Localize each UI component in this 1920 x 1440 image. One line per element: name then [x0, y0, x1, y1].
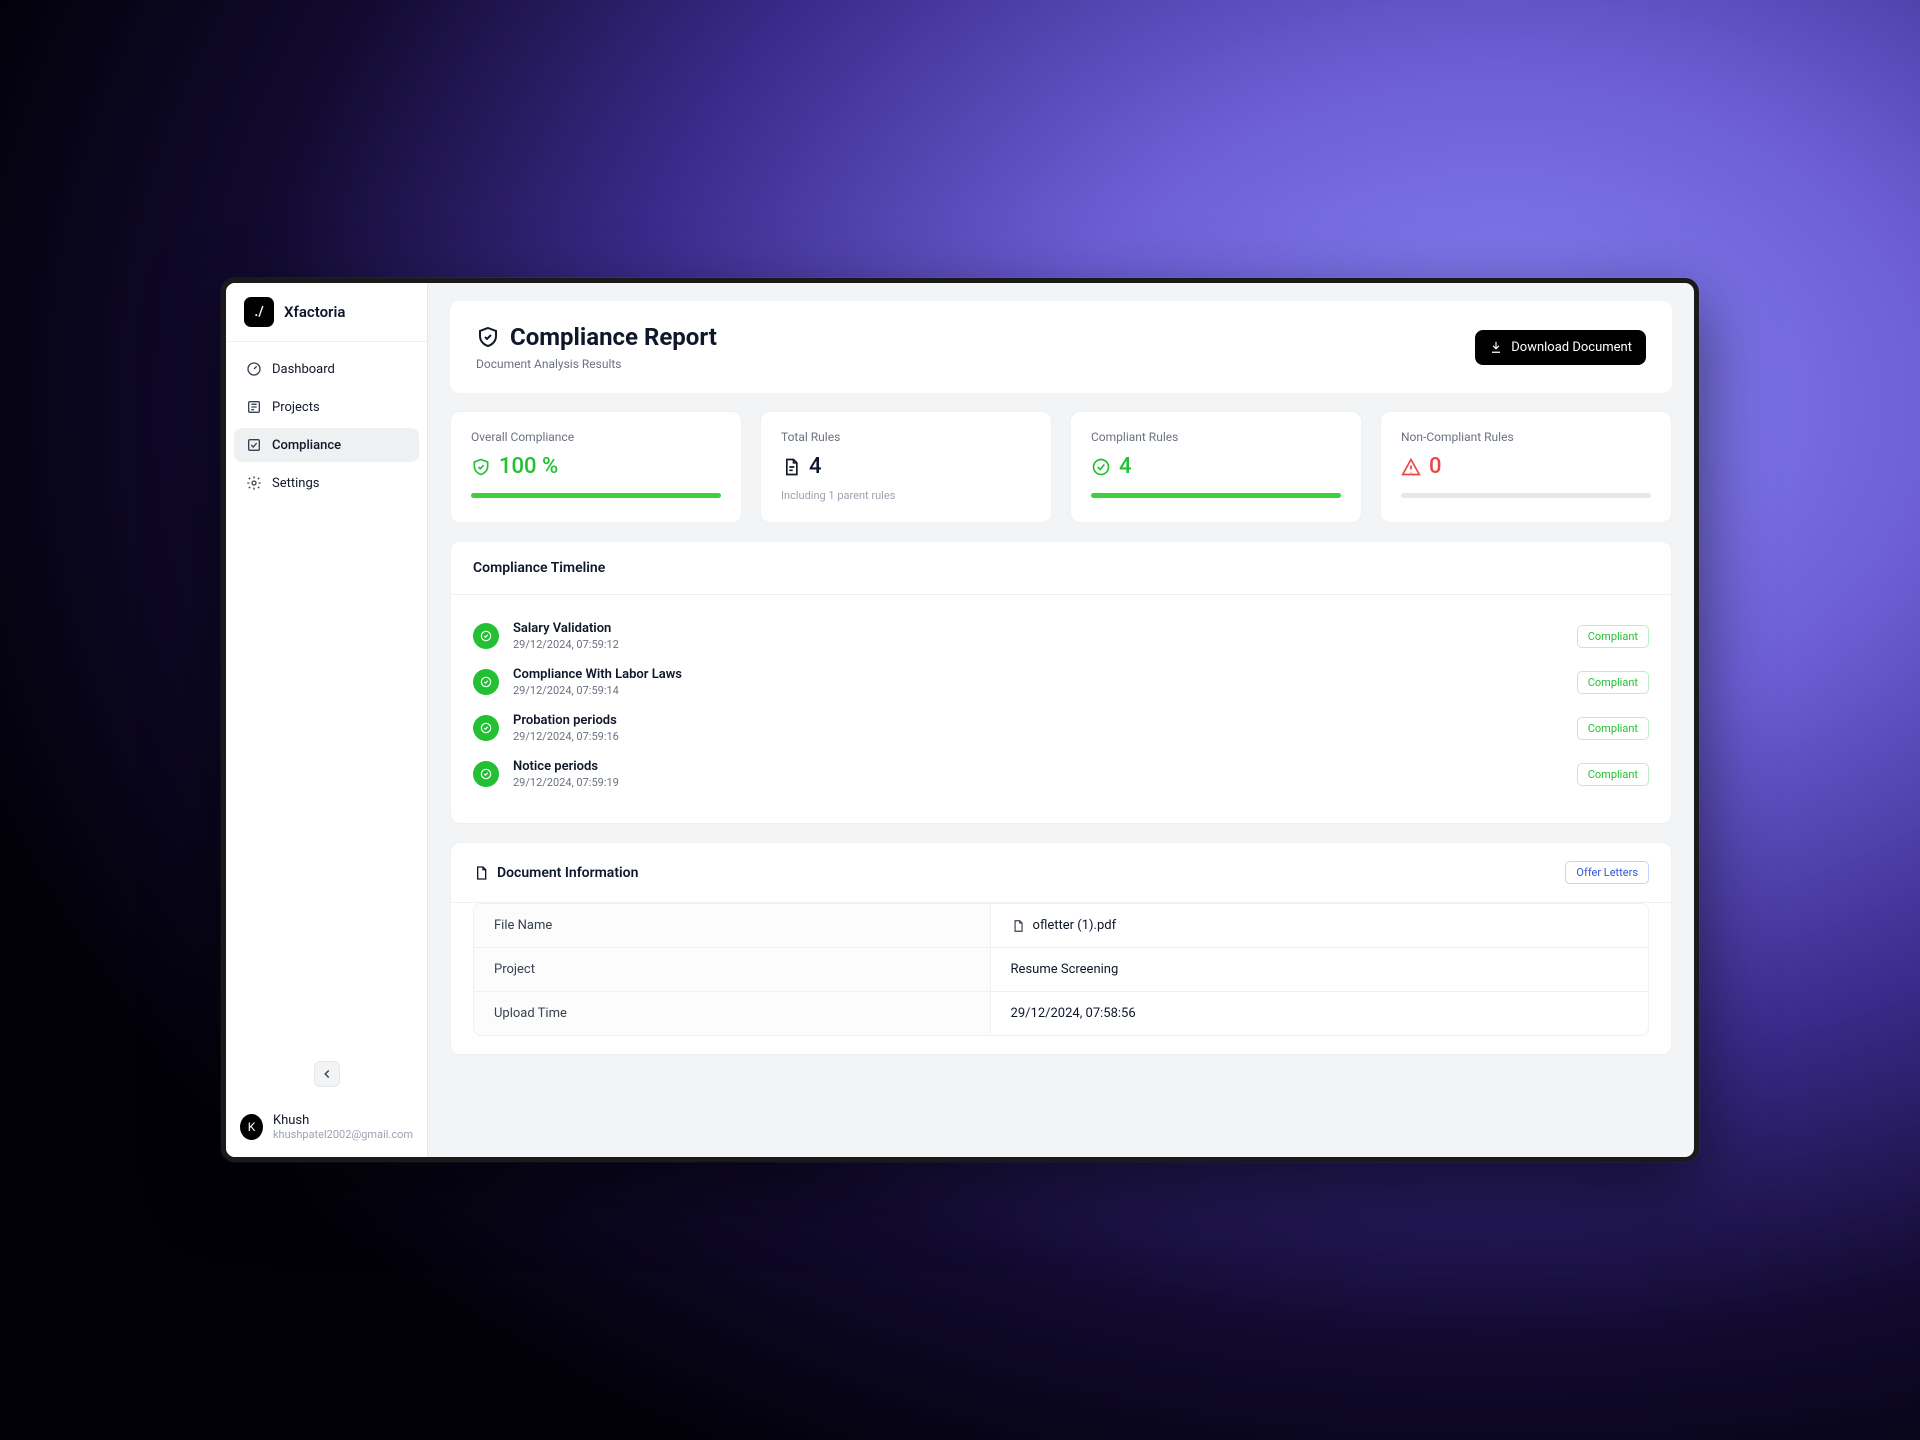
- stats-row: Overall Compliance 100 % Total Rules: [450, 411, 1672, 523]
- docinfo-row: Upload Time 29/12/2024, 07:58:56: [474, 992, 1648, 1035]
- stat-value: 0: [1429, 454, 1442, 479]
- file-icon: [1011, 919, 1025, 933]
- status-badge: Compliant: [1577, 717, 1649, 740]
- document-type-badge: Offer Letters: [1565, 861, 1649, 884]
- user-block[interactable]: K Khush khushpatel2002@gmail.com: [226, 1103, 427, 1157]
- stat-label: Non-Compliant Rules: [1401, 430, 1651, 444]
- docinfo-value: Resume Screening: [991, 948, 1648, 991]
- stat-value: 4: [809, 454, 822, 479]
- check-circle-icon: [1091, 457, 1111, 477]
- timeline-item-title: Probation periods: [513, 713, 1563, 728]
- gauge-icon: [246, 361, 262, 377]
- brand: ./ Xfactoria: [226, 283, 427, 342]
- docinfo-value-text: ofletter (1).pdf: [1033, 918, 1117, 933]
- progress-fill: [471, 493, 721, 498]
- status-badge: Compliant: [1577, 671, 1649, 694]
- app-window: ./ Xfactoria Dashboard Projects: [221, 278, 1699, 1162]
- download-icon: [1489, 340, 1503, 354]
- sidebar-item-compliance[interactable]: Compliance: [234, 428, 419, 462]
- chevron-left-icon: [320, 1067, 334, 1081]
- timeline-item-time: 29/12/2024, 07:59:14: [513, 684, 1563, 697]
- status-dot-compliant: [473, 669, 499, 695]
- status-dot-compliant: [473, 623, 499, 649]
- page-subtitle: Document Analysis Results: [476, 357, 717, 371]
- status-badge: Compliant: [1577, 625, 1649, 648]
- timeline-item-time: 29/12/2024, 07:59:16: [513, 730, 1563, 743]
- download-button-label: Download Document: [1511, 340, 1632, 355]
- sidebar-item-label: Compliance: [272, 438, 341, 453]
- docinfo-key: Project: [474, 948, 991, 991]
- docinfo-title-text: Document Information: [497, 865, 638, 881]
- stat-label: Total Rules: [781, 430, 1031, 444]
- status-dot-compliant: [473, 715, 499, 741]
- timeline-item: Salary Validation 29/12/2024, 07:59:12 C…: [473, 613, 1649, 659]
- timeline-item: Notice periods 29/12/2024, 07:59:19 Comp…: [473, 751, 1649, 797]
- stat-value: 4: [1119, 454, 1132, 479]
- page-title: Compliance Report: [510, 323, 717, 351]
- user-email: khushpatel2002@gmail.com: [273, 1128, 413, 1141]
- timeline-item-title: Salary Validation: [513, 621, 1563, 636]
- brand-logo-glyph: ./: [254, 304, 263, 320]
- sidebar-item-label: Projects: [272, 400, 320, 415]
- timeline-panel: Compliance Timeline Salary Validation 29…: [450, 541, 1672, 824]
- panel-title: Document Information: [473, 865, 638, 881]
- sidebar-item-dashboard[interactable]: Dashboard: [234, 352, 419, 386]
- docinfo-key: Upload Time: [474, 992, 991, 1035]
- stat-total-rules: Total Rules 4 Including 1 parent rules: [760, 411, 1052, 523]
- sidebar-item-label: Settings: [272, 476, 319, 491]
- timeline-item-time: 29/12/2024, 07:59:12: [513, 638, 1563, 651]
- progress-bar: [1401, 493, 1651, 498]
- brand-logo: ./: [244, 297, 274, 327]
- alert-triangle-icon: [1401, 457, 1421, 477]
- gear-icon: [246, 475, 262, 491]
- timeline-list: Salary Validation 29/12/2024, 07:59:12 C…: [451, 595, 1671, 823]
- stat-value: 100 %: [499, 454, 558, 479]
- avatar: K: [240, 1114, 263, 1140]
- timeline-item-time: 29/12/2024, 07:59:19: [513, 776, 1563, 789]
- shield-icon: [476, 325, 500, 349]
- panel-header: Compliance Timeline: [451, 542, 1671, 595]
- stat-compliant-rules: Compliant Rules 4: [1070, 411, 1362, 523]
- docinfo-row: File Name ofletter (1).pdf: [474, 904, 1648, 948]
- stat-overall-compliance: Overall Compliance 100 %: [450, 411, 742, 523]
- docinfo-value: 29/12/2024, 07:58:56: [991, 992, 1648, 1035]
- brand-name: Xfactoria: [284, 303, 345, 321]
- sidebar-item-projects[interactable]: Projects: [234, 390, 419, 424]
- document-icon: [781, 457, 801, 477]
- sidebar-collapse-button[interactable]: [314, 1061, 340, 1087]
- timeline-item: Compliance With Labor Laws 29/12/2024, 0…: [473, 659, 1649, 705]
- shield-check-icon: [471, 457, 491, 477]
- download-document-button[interactable]: Download Document: [1475, 330, 1646, 365]
- sidebar-item-settings[interactable]: Settings: [234, 466, 419, 500]
- stat-label: Compliant Rules: [1091, 430, 1341, 444]
- docinfo-value: ofletter (1).pdf: [991, 904, 1648, 947]
- document-info-panel: Document Information Offer Letters File …: [450, 842, 1672, 1055]
- sidebar: ./ Xfactoria Dashboard Projects: [226, 283, 428, 1157]
- stat-label: Overall Compliance: [471, 430, 721, 444]
- file-icon: [473, 865, 489, 881]
- docinfo-row: Project Resume Screening: [474, 948, 1648, 992]
- progress-bar: [471, 493, 721, 498]
- timeline-item-title: Compliance With Labor Laws: [513, 667, 1563, 682]
- status-dot-compliant: [473, 761, 499, 787]
- progress-fill: [1091, 493, 1341, 498]
- report-header-card: Compliance Report Document Analysis Resu…: [450, 301, 1672, 393]
- status-badge: Compliant: [1577, 763, 1649, 786]
- panel-title: Compliance Timeline: [473, 560, 605, 576]
- docinfo-key: File Name: [474, 904, 991, 947]
- panel-header: Document Information Offer Letters: [451, 843, 1671, 903]
- sidebar-item-label: Dashboard: [272, 362, 335, 377]
- docinfo-table: File Name ofletter (1).pdf Project Resum…: [451, 903, 1671, 1054]
- sidebar-nav: Dashboard Projects Compliance Settings: [226, 342, 427, 510]
- stat-subtext: Including 1 parent rules: [781, 489, 1031, 502]
- folder-icon: [246, 399, 262, 415]
- main-content: Compliance Report Document Analysis Resu…: [428, 283, 1694, 1157]
- stat-noncompliant-rules: Non-Compliant Rules 0: [1380, 411, 1672, 523]
- timeline-item: Probation periods 29/12/2024, 07:59:16 C…: [473, 705, 1649, 751]
- avatar-initial: K: [248, 1120, 256, 1134]
- shield-check-icon: [246, 437, 262, 453]
- user-name: Khush: [273, 1113, 413, 1128]
- timeline-item-title: Notice periods: [513, 759, 1563, 774]
- progress-bar: [1091, 493, 1341, 498]
